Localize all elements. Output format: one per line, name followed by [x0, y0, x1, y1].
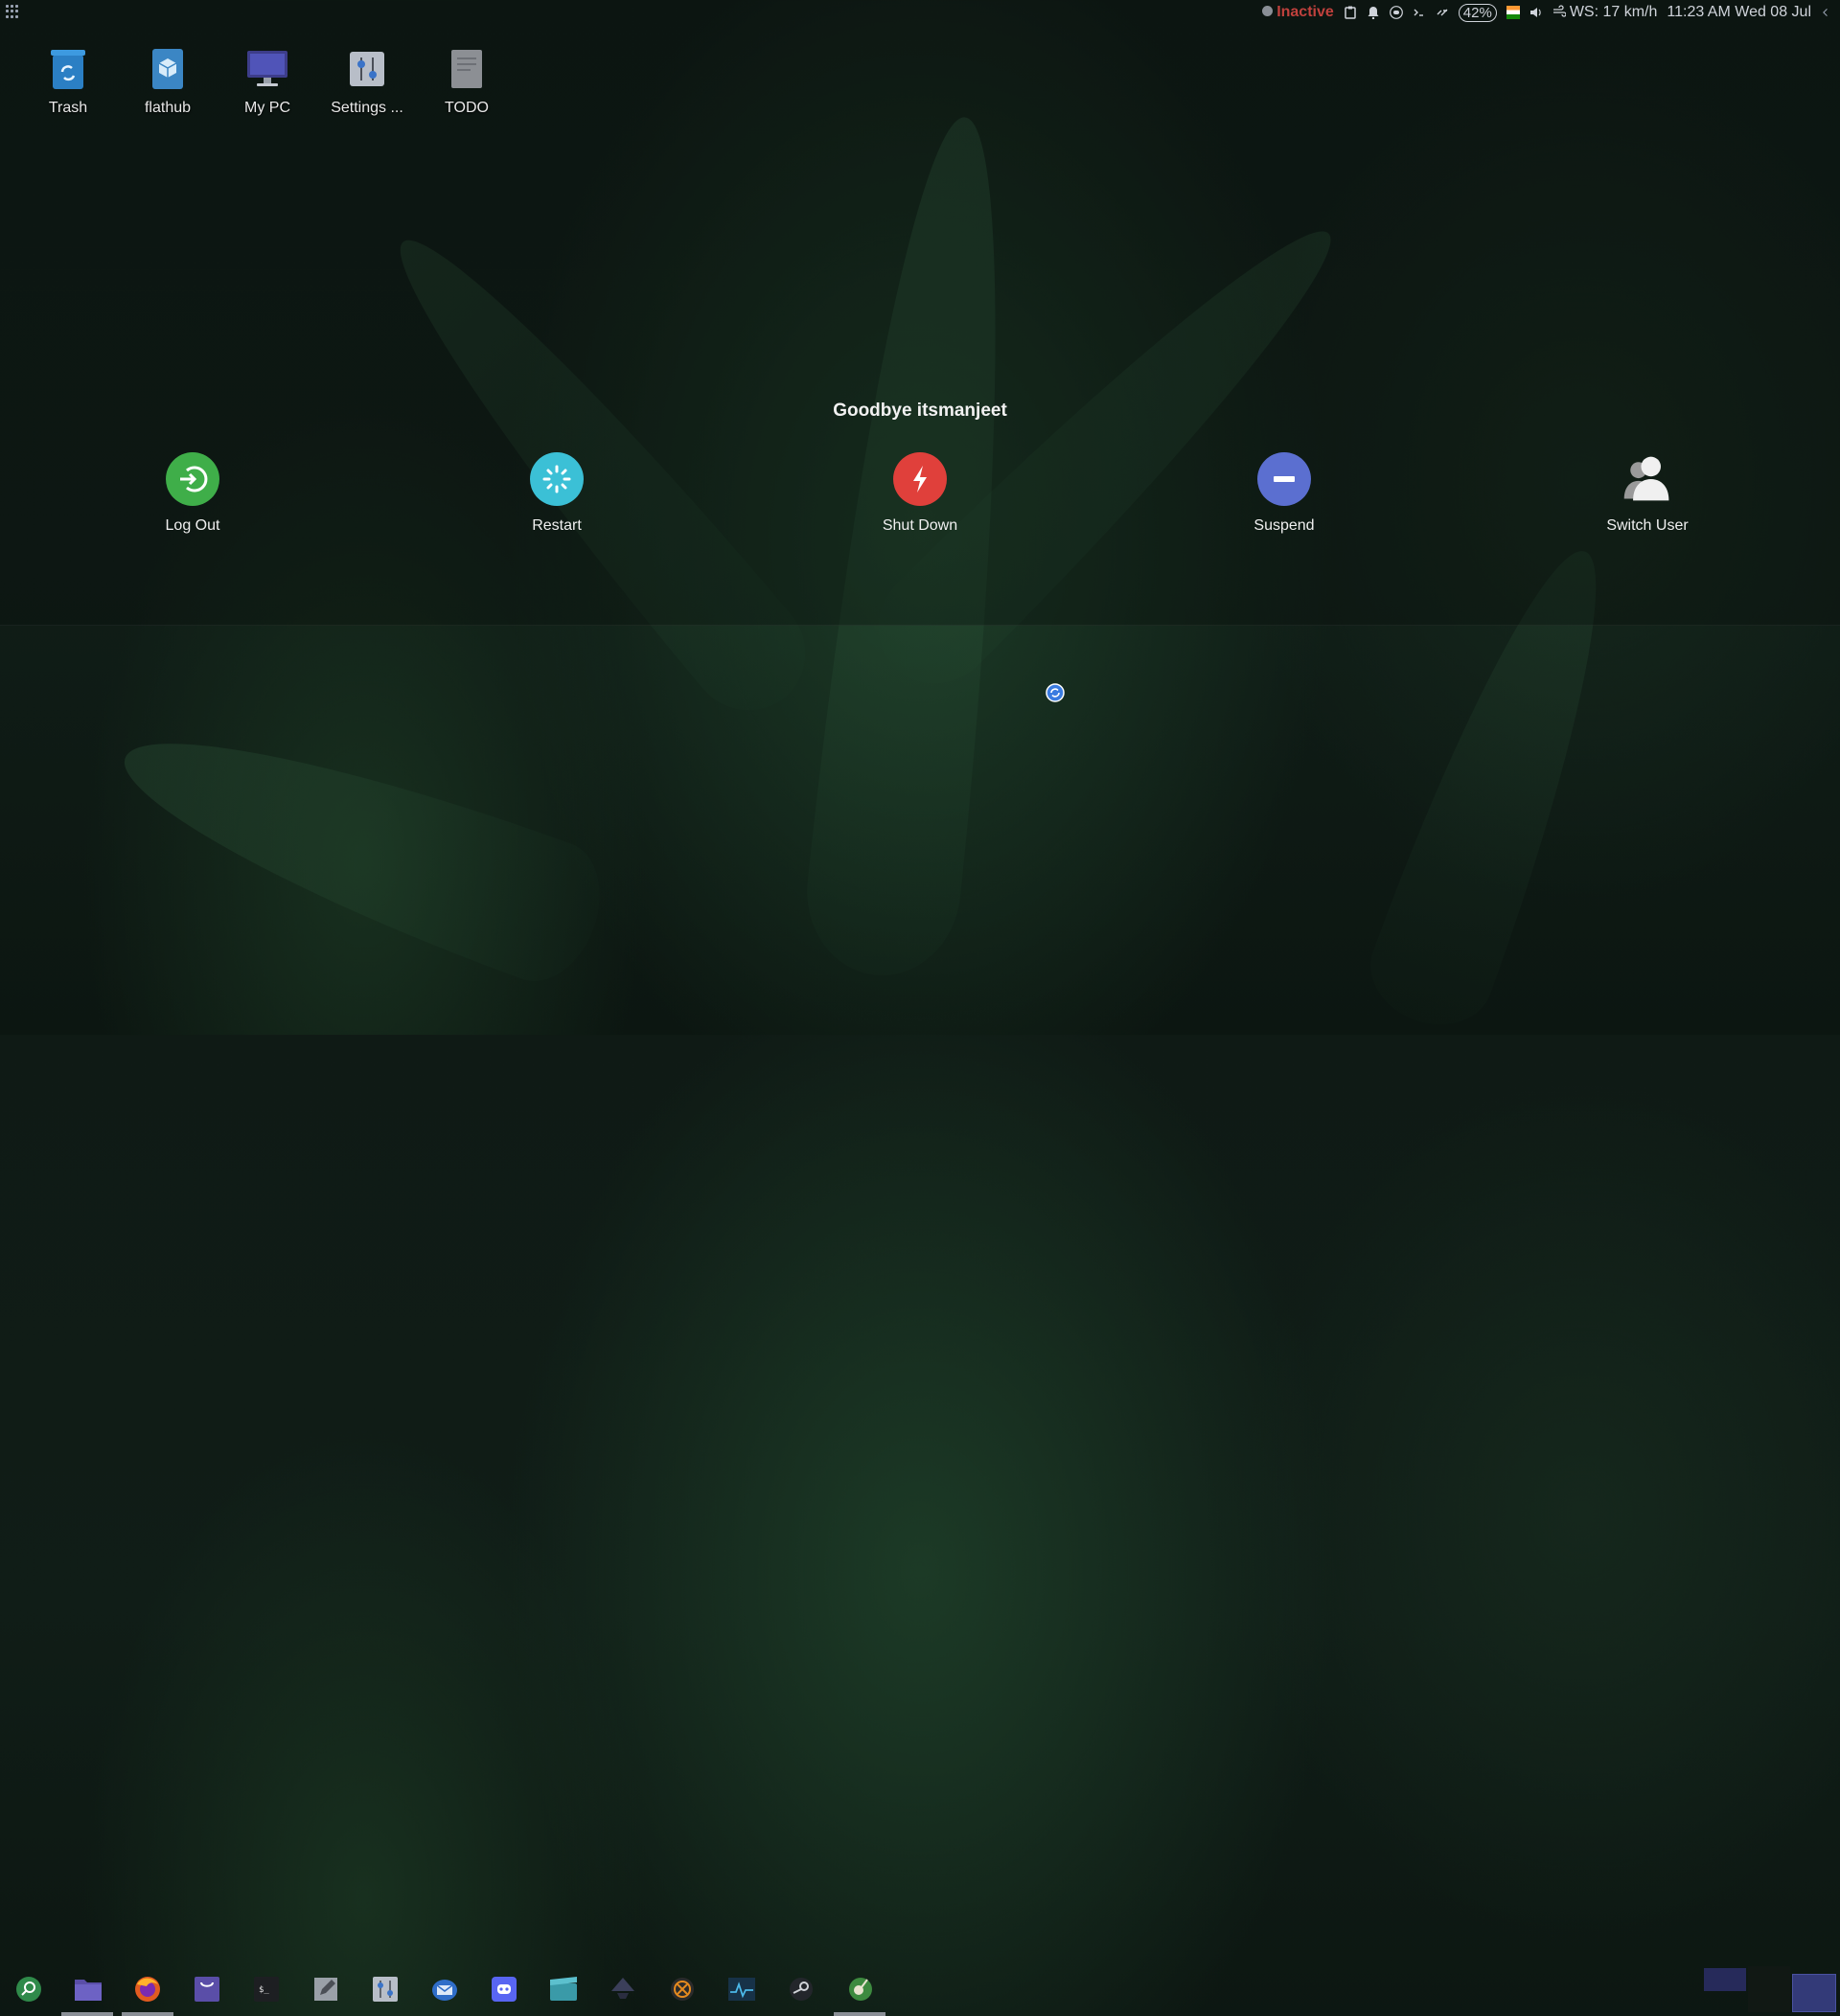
discord-icon: [492, 1977, 517, 2002]
taskbar-terminal[interactable]: $_: [251, 1974, 282, 2005]
file-manager-icon: [75, 1980, 102, 2001]
system-tray: Inactive 42% WS: 17 km/h 11:23 AM Wed 08…: [1262, 0, 1830, 25]
status-label: Inactive: [1276, 4, 1334, 20]
taskbar-inkscape[interactable]: [608, 1974, 638, 2005]
blender-icon: [671, 1978, 694, 2001]
keyboard-layout-flag-icon[interactable]: [1506, 6, 1520, 19]
battery-percent: 42%: [1462, 4, 1492, 21]
steam-icon: [790, 1978, 813, 2001]
pager-desktop-3[interactable]: [1792, 1974, 1836, 2012]
desktop-icon-label: flathub: [144, 100, 192, 116]
taskbar: $_: [0, 981, 1840, 2016]
taskbar-discord[interactable]: [489, 1974, 519, 2005]
wind-icon: [1552, 5, 1566, 17]
taskbar-firefox[interactable]: [132, 1974, 163, 2005]
suspend-icon: [1257, 452, 1311, 506]
action-label: Switch User: [1606, 517, 1689, 534]
desktop-icon-label: Trash: [48, 100, 88, 116]
terminal-tray-icon[interactable]: [1413, 6, 1426, 19]
settings-icon: [344, 46, 390, 92]
action-label: Shut Down: [882, 517, 958, 534]
running-indicator: [122, 2012, 173, 2016]
switch-user-button[interactable]: Switch User: [1571, 452, 1724, 535]
package-icon: [145, 46, 191, 92]
taskbar-gimp[interactable]: [845, 1974, 876, 2005]
desktop-icon-label: My PC: [244, 100, 290, 116]
gimp-icon: [849, 1978, 872, 2001]
clock[interactable]: 11:23 AM Wed 08 Jul: [1667, 4, 1811, 21]
document-icon: [444, 46, 490, 92]
action-label: Restart: [532, 517, 582, 534]
clipboard-icon[interactable]: [1344, 6, 1357, 19]
running-indicator: [61, 2012, 113, 2016]
monitor-icon: [244, 46, 290, 92]
busy-cursor-icon: [1046, 683, 1065, 702]
kdeconnect-icon[interactable]: [1436, 6, 1449, 19]
inkscape-icon: [611, 1978, 634, 1999]
fern-leaf: [101, 690, 618, 997]
taskbar-blender[interactable]: [667, 1974, 698, 2005]
trash-icon: [45, 46, 91, 92]
desktop-icon-flathub[interactable]: flathub: [125, 46, 211, 117]
top-panel: Inactive 42% WS: 17 km/h 11:23 AM Wed 08…: [0, 0, 1840, 25]
taskbar-store[interactable]: [192, 1974, 222, 2005]
restart-icon: [530, 452, 584, 506]
shutdown-button[interactable]: Shut Down: [843, 452, 997, 535]
firefox-icon: [135, 1977, 160, 2002]
desktop-icon-settings[interactable]: Settings ...: [324, 46, 410, 117]
running-indicator: [834, 2012, 886, 2016]
desktop-icon-label: TODO: [445, 100, 489, 116]
weather-label: WS: 17 km/h: [1569, 4, 1658, 20]
store-icon: [195, 1977, 219, 2002]
volume-icon[interactable]: [1530, 6, 1543, 19]
thunderbird-icon: [432, 1980, 457, 2001]
restart-button[interactable]: Restart: [480, 452, 633, 535]
desktop-icon-todo[interactable]: TODO: [424, 46, 510, 117]
chevron-left-icon[interactable]: [1821, 6, 1830, 19]
discord-tray-icon[interactable]: [1389, 6, 1403, 19]
terminal-icon: $_: [254, 1977, 279, 2002]
taskbar-text-editor[interactable]: [310, 1974, 341, 2005]
taskbar-steam[interactable]: [786, 1974, 816, 2005]
taskbar-settings[interactable]: [370, 1974, 401, 2005]
pager-desktop-1[interactable]: [1704, 1968, 1746, 1991]
desktop-icon-my-pc[interactable]: My PC: [224, 46, 310, 117]
settings-icon: [373, 1977, 398, 2002]
logout-button[interactable]: Log Out: [116, 452, 269, 535]
action-label: Suspend: [1254, 517, 1315, 534]
taskbar-video[interactable]: [548, 1974, 579, 2005]
goodbye-message: Goodbye itsmanjeet: [833, 401, 1007, 421]
status-dot-icon: [1262, 6, 1274, 16]
system-monitor-icon: [728, 1978, 755, 2001]
battery-indicator[interactable]: 42%: [1458, 3, 1497, 22]
taskbar-search[interactable]: [13, 1974, 44, 2005]
taskbar-file-manager[interactable]: [73, 1974, 104, 2005]
switch-user-icon: [1621, 452, 1674, 506]
taskbar-system-monitor[interactable]: [726, 1974, 757, 2005]
power-icon: [893, 452, 947, 506]
svg-text:$_: $_: [259, 1985, 269, 1995]
video-icon: [550, 1977, 577, 2001]
pager-desktop-2[interactable]: [1748, 1966, 1790, 2012]
action-label: Log Out: [165, 517, 220, 534]
text-editor-icon: [314, 1978, 337, 2001]
suspend-button[interactable]: Suspend: [1208, 452, 1361, 535]
logout-icon: [166, 452, 219, 506]
desktop-icon-label: Settings ...: [331, 100, 403, 116]
desktop-icon-trash[interactable]: Trash: [25, 46, 111, 117]
app-launcher-icon[interactable]: [6, 5, 19, 18]
search-icon: [16, 1977, 41, 2002]
status-indicator[interactable]: Inactive: [1262, 4, 1334, 21]
weather-widget[interactable]: WS: 17 km/h: [1552, 4, 1658, 21]
taskbar-thunderbird[interactable]: [429, 1974, 460, 2005]
notifications-icon[interactable]: [1367, 6, 1380, 19]
